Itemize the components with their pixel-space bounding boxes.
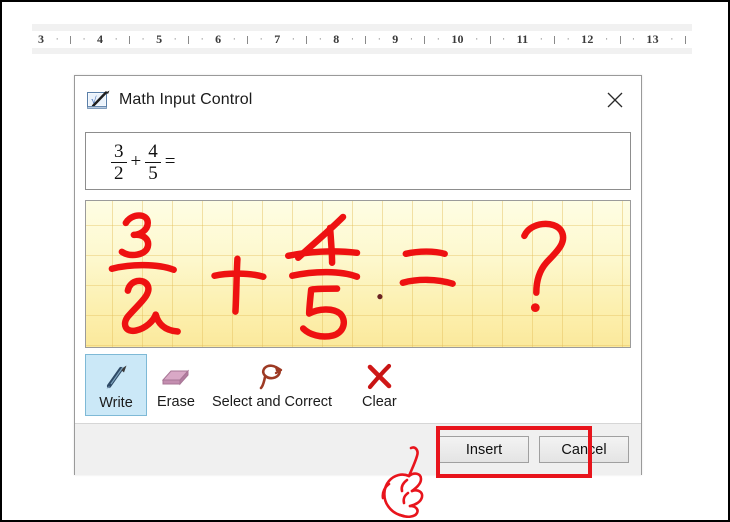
dialog-title: Math Input Control [119,91,252,109]
tool-select-and-correct-label: Select and Correct [212,394,332,410]
screenshot-frame: 3 · · 4 · · 5 · · 6 · · 7 · · 8 · · 9 · · 10 · · 11 · · 12 · · 13 · √ M… [0,0,730,522]
ruler-number: 8 [333,32,339,47]
ruler-number: 9 [392,32,398,47]
cancel-button[interactable]: Cancel [539,436,629,463]
tool-write-label: Write [99,395,133,411]
ruler-number: 12 [581,32,593,47]
ink-writing-area[interactable] [85,200,631,348]
ruler-track[interactable]: 3 · · 4 · · 5 · · 6 · · 7 · · 8 · · 9 · · 10 · · 11 · · 12 · · 13 · [32,31,692,48]
ruler-half-tick [365,36,366,44]
operator-equals: = [165,151,176,173]
close-icon[interactable] [597,85,633,115]
ruler-marks: 3 · · 4 · · 5 · · 6 · · 7 · · 8 · · 9 · · 10 · · 11 · · 12 · · 13 · [32,32,692,47]
ruler-minor-tick: · [539,34,543,45]
ruler-minor-tick: · [410,34,414,45]
ruler-minor-tick: · [670,34,674,45]
insert-button[interactable]: Insert [439,436,529,463]
ruler-minor-tick: · [502,34,506,45]
ruler-number: 10 [451,32,463,47]
ruler-half-tick [306,36,307,44]
red-x-icon [364,360,394,392]
math-input-control-dialog: √ Math Input Control 3 2 + [74,75,642,475]
ruler-half-tick [490,36,491,44]
ruler-minor-tick: · [437,34,441,45]
ruler-minor-tick: · [632,34,636,45]
ruler-half-tick [247,36,248,44]
operator-plus: + [131,151,142,173]
ruler-minor-tick: · [114,34,118,45]
ruler-minor-tick: · [141,34,145,45]
ruler-number: 6 [215,32,221,47]
recognized-formula-preview: 3 2 + 4 5 = [85,132,631,190]
ruler-half-tick [620,36,621,44]
math-input-tablet-icon: √ [87,90,111,110]
ruler-half-tick [424,36,425,44]
ruler-number: 13 [646,32,658,47]
fraction-numerator: 3 [111,142,127,162]
ruler-half-tick [70,36,71,44]
dialog-footer: Insert Cancel [75,424,641,475]
ruler-number: 4 [97,32,103,47]
tool-erase-label: Erase [157,394,195,410]
tool-clear[interactable]: Clear [362,354,397,410]
ruler-half-tick [685,36,686,44]
ruler-number: 5 [156,32,162,47]
ruler-half-tick [554,36,555,44]
ruler-minor-tick: · [200,34,204,45]
ruler-minor-tick: · [292,34,296,45]
ruler-minor-tick: · [605,34,609,45]
fraction-term: 4 5 [145,142,161,183]
eraser-icon [159,360,193,392]
fraction-denominator: 5 [145,162,161,183]
ruler-minor-tick: · [82,34,86,45]
ruler-number: 3 [38,32,44,47]
tool-write[interactable]: Write [85,354,147,416]
pen-icon [101,361,131,393]
fraction-denominator: 2 [111,162,127,183]
ruler-half-tick [129,36,130,44]
formula-expression: 3 2 + 4 5 = [110,137,178,187]
ruler-half-tick [188,36,189,44]
tool-clear-label: Clear [362,394,397,410]
dialog-title-bar: √ Math Input Control [75,76,641,124]
ruler-minor-tick: · [232,34,236,45]
ruler-minor-tick: · [377,34,381,45]
lasso-icon [255,360,289,392]
tool-erase[interactable]: Erase [157,354,195,410]
ruler-number: 11 [517,32,529,47]
fraction-term: 3 2 [111,142,127,183]
fraction-numerator: 4 [145,142,161,162]
tool-select-and-correct[interactable]: Select and Correct [212,354,332,410]
ruler-minor-tick: · [55,34,59,45]
ruler-minor-tick: · [259,34,263,45]
document-ruler[interactable]: 3 · · 4 · · 5 · · 6 · · 7 · · 8 · · 9 · · 10 · · 11 · · 12 · · 13 · [32,24,692,54]
ruler-minor-tick: · [173,34,177,45]
handwritten-ink-strokes [86,201,630,348]
ruler-minor-tick: · [318,34,322,45]
ink-toolbar: Write Erase [75,350,641,422]
ruler-minor-tick: · [566,34,570,45]
ruler-number: 7 [274,32,280,47]
ruler-minor-tick: · [475,34,479,45]
ruler-minor-tick: · [351,34,355,45]
